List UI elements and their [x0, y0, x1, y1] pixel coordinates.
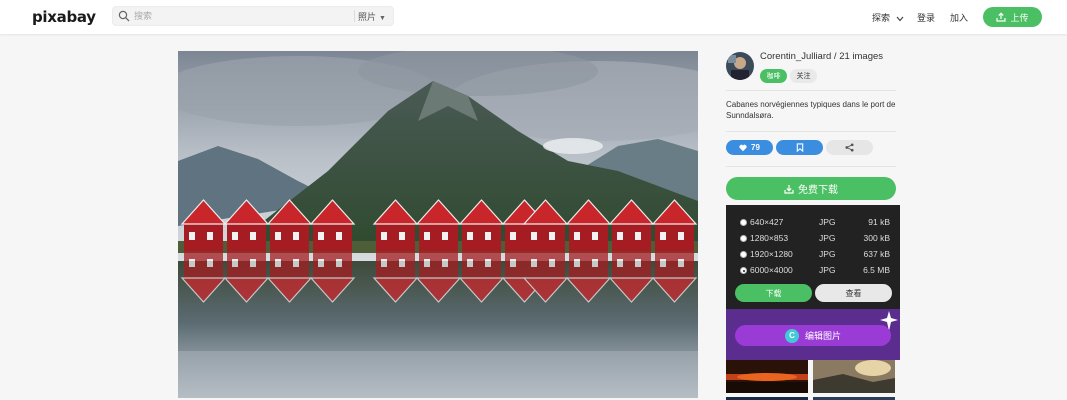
search-type-label: 照片 [358, 12, 377, 22]
radio-button[interactable] [740, 219, 747, 226]
avatar[interactable] [726, 52, 754, 80]
free-download-label: 免费下载 [798, 185, 838, 196]
divider [726, 166, 896, 167]
nav-explore[interactable]: 探索 [872, 11, 904, 24]
upload-button[interactable]: 上传 [983, 7, 1042, 27]
save-button[interactable] [776, 140, 823, 155]
divider [726, 131, 896, 132]
edit-image-button[interactable]: C 编辑图片 [735, 325, 891, 346]
radio-button[interactable] [740, 251, 747, 258]
follow-button[interactable]: 关注 [790, 69, 817, 83]
download-option[interactable]: 1280×853 JPG 300 kB [740, 233, 890, 247]
option-size: 637 kB [863, 249, 890, 259]
search-divider [354, 10, 355, 22]
download-option[interactable]: 6000×4000 JPG 6.5 MB [740, 265, 890, 279]
photo-image [178, 51, 698, 398]
option-format: JPG [819, 233, 836, 243]
chevron-down-icon: ▼ [379, 15, 386, 22]
option-format: JPG [819, 265, 836, 275]
search-bar[interactable]: 照片▼ [112, 6, 394, 26]
free-download-button[interactable]: 免费下载 [726, 177, 896, 200]
view-button[interactable]: 查看 [815, 284, 892, 302]
related-image-thumbnail[interactable] [813, 360, 895, 393]
bookmark-icon [796, 143, 803, 152]
related-image-thumbnail[interactable] [726, 360, 808, 393]
download-option[interactable]: 640×427 JPG 91 kB [740, 217, 890, 231]
download-icon [784, 184, 794, 194]
share-icon [845, 143, 854, 152]
option-format: JPG [819, 249, 836, 259]
option-size: 91 kB [868, 217, 890, 227]
heart-icon [739, 144, 747, 151]
pixabay-logo[interactable]: pixabay [32, 8, 96, 26]
download-option[interactable]: 1920×1280 JPG 637 kB [740, 249, 890, 263]
search-type-dropdown[interactable]: 照片 ▼ [358, 10, 386, 23]
upload-icon [996, 12, 1007, 22]
nav-join[interactable]: 加入 [950, 11, 968, 24]
search-input[interactable] [134, 7, 359, 25]
like-button[interactable]: 79 [726, 140, 773, 155]
radio-button[interactable] [740, 235, 747, 242]
canva-logo-icon: C [784, 328, 799, 343]
nav-explore-label: 探索 [872, 13, 891, 23]
option-resolution: 640×427 [750, 217, 784, 227]
nav-login[interactable]: 登录 [917, 11, 935, 24]
download-options-panel: 640×427 JPG 91 kB 1280×853 JPG 300 kB 19… [726, 205, 900, 309]
search-icon [118, 10, 130, 22]
option-resolution: 1280×853 [750, 233, 789, 243]
download-button[interactable]: 下载 [735, 284, 812, 302]
option-resolution: 6000×4000 [750, 265, 793, 275]
image-description: Cabanes norvégiennes typiques dans le po… [726, 100, 896, 120]
top-bar: pixabay 照片▼ 探索 登录 加入 上传 [0, 0, 1067, 34]
coffee-button[interactable]: 咖啡 [760, 69, 787, 83]
edit-image-banner: C 编辑图片 [726, 309, 900, 360]
radio-button-selected[interactable] [740, 267, 747, 274]
edit-image-label: 编辑图片 [804, 331, 841, 341]
option-size: 300 kB [863, 233, 890, 243]
main-photo[interactable] [178, 51, 698, 398]
option-format: JPG [819, 217, 836, 227]
option-size: 6.5 MB [863, 265, 890, 275]
like-count: 79 [751, 143, 760, 152]
upload-label: 上传 [1010, 12, 1029, 23]
chevron-down-icon [896, 16, 903, 22]
author-name[interactable]: Corentin_Julliard / 21 images [760, 51, 883, 62]
option-resolution: 1920×1280 [750, 249, 793, 259]
divider [726, 90, 896, 91]
share-button[interactable] [826, 140, 873, 155]
